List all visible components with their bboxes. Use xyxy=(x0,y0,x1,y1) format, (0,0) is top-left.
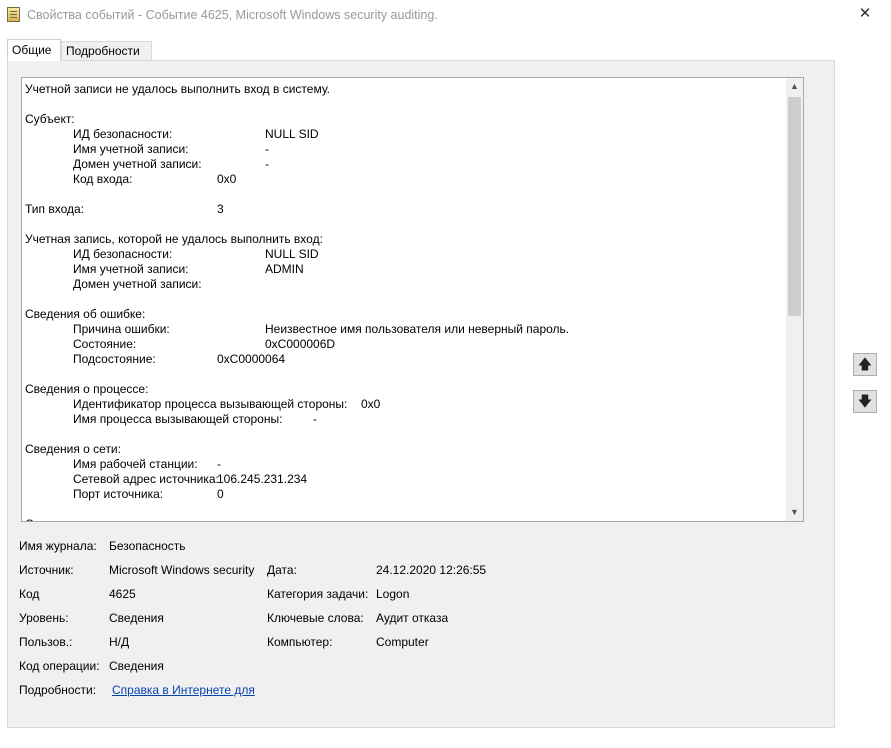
more-info-label: Подробности: xyxy=(19,683,97,697)
network-title: Сведения о сети: xyxy=(25,442,121,456)
arrow-down-icon: 🡇 xyxy=(857,393,873,409)
opcode-label: Код операции: xyxy=(19,659,100,673)
description-text: Учетной записи не удалось выполнить вход… xyxy=(25,82,783,521)
subject-logon-id-value: 0x0 xyxy=(217,172,237,186)
log-name-value: Безопасность xyxy=(109,539,186,553)
failed-domain-key: Домен учетной записи: xyxy=(73,277,202,291)
subject-domain-value: - xyxy=(265,157,269,171)
subject-account-key: Имя учетной записи: xyxy=(73,142,189,156)
subject-account-value: - xyxy=(265,142,269,156)
source-value: Microsoft Windows security xyxy=(109,563,255,577)
logged-value: 24.12.2020 12:26:55 xyxy=(376,563,487,577)
failed-account-key: Имя учетной записи: xyxy=(73,262,189,276)
scroll-thumb[interactable] xyxy=(788,97,801,316)
computer-value: Computer xyxy=(376,635,429,649)
subject-sid-value: NULL SID xyxy=(265,127,319,141)
logon-type-value: 3 xyxy=(217,202,224,216)
scroll-up-icon[interactable]: ▲ xyxy=(786,78,803,95)
event-description[interactable]: Учетной записи не удалось выполнить вход… xyxy=(21,77,804,522)
scroll-down-icon[interactable]: ▼ xyxy=(786,504,803,521)
subject-domain-key: Домен учетной записи: xyxy=(73,157,202,171)
source-label: Источник: xyxy=(19,563,74,577)
keywords-label: Ключевые слова: xyxy=(267,611,364,625)
failure-status-value: 0xC000006D xyxy=(265,337,336,351)
description-scrollbar[interactable]: ▲ ▼ xyxy=(786,78,803,521)
description-header: Учетной записи не удалось выполнить вход… xyxy=(25,82,330,96)
user-value: Н/Д xyxy=(109,635,130,649)
failed-account-title: Учетная запись, которой не удалось выпол… xyxy=(25,232,323,246)
tab-general[interactable]: Общие xyxy=(7,39,61,61)
failed-sid-value: NULL SID xyxy=(265,247,319,261)
log-name-label: Имя журнала: xyxy=(19,539,97,553)
keywords-value: Аудит отказа xyxy=(376,611,449,625)
computer-label: Компьютер: xyxy=(267,635,333,649)
subject-logon-id-key: Код входа: xyxy=(73,172,133,186)
logon-type-key: Тип входа: xyxy=(25,202,84,216)
failure-reason-key: Причина ошибки: xyxy=(73,322,170,336)
task-category-label: Категория задачи: xyxy=(267,587,369,601)
event-id-value: 4625 xyxy=(109,587,136,601)
failed-sid-key: ИД безопасности: xyxy=(73,247,173,261)
close-button[interactable]: ✕ xyxy=(850,1,880,27)
source-port-key: Порт источника: xyxy=(73,487,164,501)
subject-sid-key: ИД безопасности: xyxy=(73,127,173,141)
level-label: Уровень: xyxy=(19,611,69,625)
workstation-value: - xyxy=(217,457,221,471)
failure-status-key: Состояние: xyxy=(73,337,137,351)
task-category-value: Logon xyxy=(376,587,410,601)
tab-details[interactable]: Подробности xyxy=(61,41,152,60)
caller-name-value: - xyxy=(313,412,317,426)
subject-title: Субъект: xyxy=(25,112,75,126)
online-help-link[interactable]: Справка в Интернете для xyxy=(112,683,255,698)
user-label: Пользов.: xyxy=(19,635,73,649)
logged-label: Дата: xyxy=(267,563,297,577)
arrow-up-icon: 🡅 xyxy=(857,356,873,372)
failed-account-value: ADMIN xyxy=(265,262,304,276)
workstation-key: Имя рабочей станции: xyxy=(73,457,198,471)
process-title: Сведения о процессе: xyxy=(25,382,149,396)
level-value: Сведения xyxy=(109,611,164,625)
event-viewer-icon xyxy=(7,7,20,22)
window-title: Свойства событий - Событие 4625, Microso… xyxy=(27,8,438,22)
failure-title: Сведения об ошибке: xyxy=(25,307,146,321)
caller-name-key: Имя процесса вызывающей стороны: xyxy=(73,412,283,426)
caller-pid-value: 0x0 xyxy=(361,397,381,411)
caller-pid-key: Идентификатор процесса вызывающей сторон… xyxy=(73,397,348,411)
event-id-label: Код xyxy=(19,587,40,601)
next-event-button[interactable]: 🡇 xyxy=(853,390,877,413)
failure-reason-value: Неизвестное имя пользователя или неверны… xyxy=(265,322,570,336)
source-port-value: 0 xyxy=(217,487,224,501)
source-address-value: 106.245.231.234 xyxy=(217,472,308,486)
previous-event-button[interactable]: 🡅 xyxy=(853,353,877,376)
failure-substatus-key: Подсостояние: xyxy=(73,352,156,366)
clipped-line: С xyxy=(25,517,34,521)
source-address-key: Сетевой адрес источника: xyxy=(73,472,219,486)
failure-substatus-value: 0xC0000064 xyxy=(217,352,286,366)
opcode-value: Сведения xyxy=(109,659,164,673)
title-bar: Свойства событий - Событие 4625, Microso… xyxy=(0,0,891,30)
